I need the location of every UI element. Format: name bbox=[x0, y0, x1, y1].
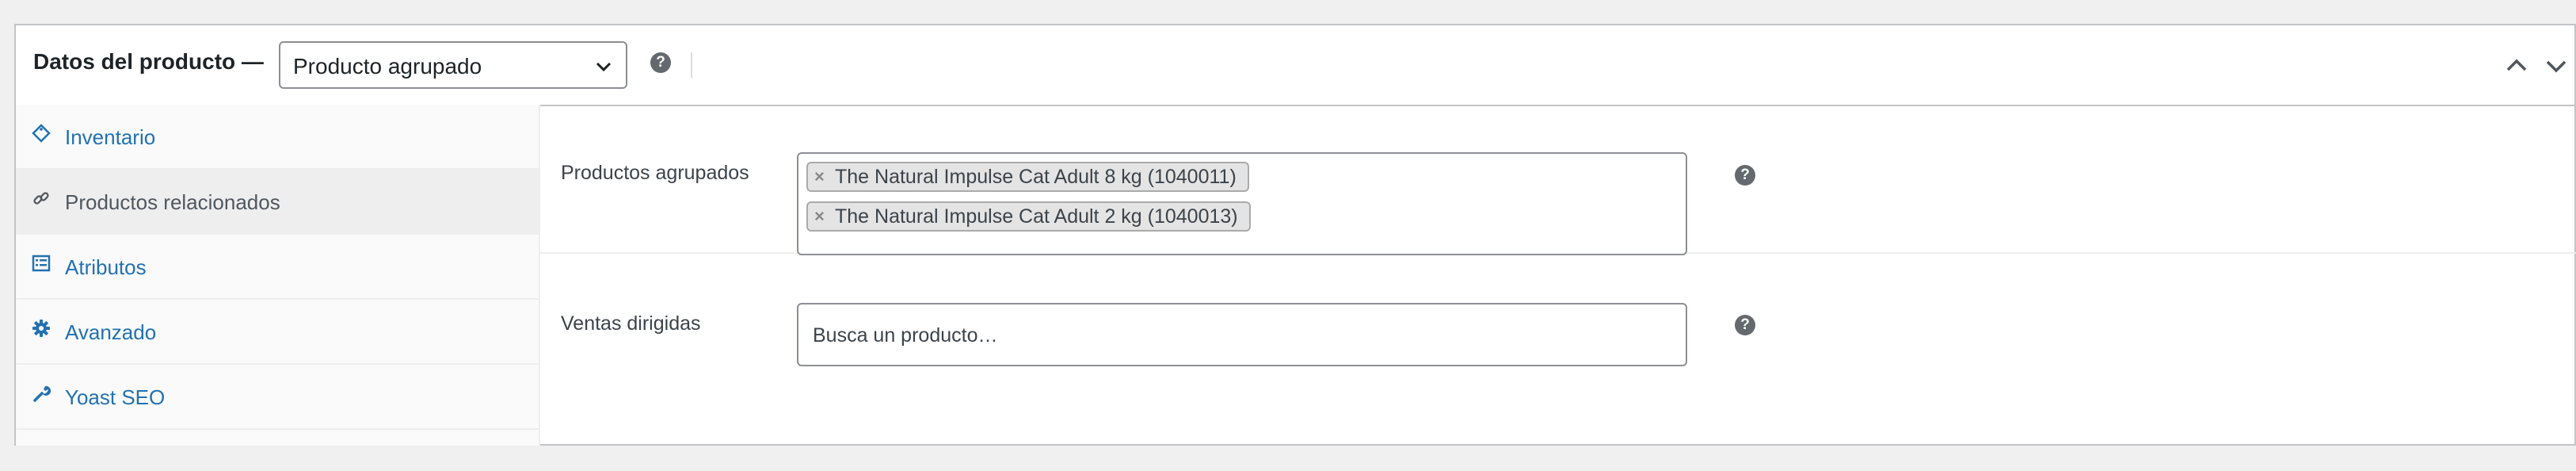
help-icon[interactable]: ? bbox=[1735, 165, 1755, 186]
chevron-up-icon[interactable] bbox=[2503, 52, 2530, 79]
product-type-value: Producto agrupado bbox=[293, 54, 482, 78]
selected-product-chip: × The Natural Impulse Cat Adult 8 kg (10… bbox=[806, 162, 1249, 192]
wrench-icon bbox=[33, 385, 51, 402]
list-icon bbox=[32, 255, 51, 272]
chevron-down-icon bbox=[596, 62, 612, 72]
help-icon[interactable]: ? bbox=[1735, 315, 1755, 335]
grouped-products-input[interactable]: × The Natural Impulse Cat Adult 8 kg (10… bbox=[797, 152, 1687, 255]
panel-title: Datos del producto — bbox=[33, 49, 264, 74]
tab-productos-relacionados[interactable]: Productos relacionados bbox=[16, 170, 539, 235]
tab-inventario[interactable]: Inventario bbox=[16, 105, 539, 170]
upsells-search[interactable] bbox=[797, 303, 1687, 366]
product-type-select[interactable]: Producto agrupado bbox=[279, 41, 627, 89]
product-data-panel: Datos del producto — Producto agrupado ?… bbox=[14, 24, 2576, 446]
link-icon bbox=[33, 192, 49, 205]
grouped-products-label: Productos agrupados bbox=[561, 162, 749, 184]
upsells-row: Ventas dirigidas bbox=[540, 254, 2576, 381]
selected-product-chip: × The Natural Impulse Cat Adult 2 kg (10… bbox=[806, 201, 1251, 232]
tag-icon bbox=[32, 124, 51, 143]
tab-label: Atributos bbox=[65, 255, 147, 279]
panel-header: Datos del producto — Producto agrupado ? bbox=[16, 25, 2574, 106]
tab-label: Yoast SEO bbox=[65, 385, 166, 409]
help-icon[interactable]: ? bbox=[650, 52, 671, 73]
tab-atributos[interactable]: Atributos bbox=[16, 235, 539, 300]
chevron-down-icon[interactable] bbox=[2543, 52, 2570, 79]
chip-label: The Natural Impulse Cat Adult 8 kg (1040… bbox=[835, 166, 1237, 188]
tab-label: Inventario bbox=[65, 125, 156, 149]
upsells-search-input[interactable] bbox=[811, 319, 1670, 352]
gear-icon bbox=[32, 320, 50, 337]
upsells-label: Ventas dirigidas bbox=[561, 312, 701, 335]
remove-chip-icon[interactable]: × bbox=[814, 203, 825, 230]
tab-yoast-seo[interactable]: Yoast SEO bbox=[16, 365, 539, 430]
header-divider bbox=[691, 52, 692, 78]
chip-label: The Natural Impulse Cat Adult 2 kg (1040… bbox=[835, 205, 1238, 228]
tab-label: Productos relacionados bbox=[65, 190, 280, 214]
remove-chip-icon[interactable]: × bbox=[814, 163, 825, 190]
tab-label: Avanzado bbox=[65, 320, 157, 344]
grouped-products-row: Productos agrupados × The Natural Impuls… bbox=[540, 105, 2576, 255]
product-data-tabs: Inventario Productos relacionados Atribu… bbox=[16, 105, 540, 446]
tab-avanzado[interactable]: Avanzado bbox=[16, 300, 539, 365]
